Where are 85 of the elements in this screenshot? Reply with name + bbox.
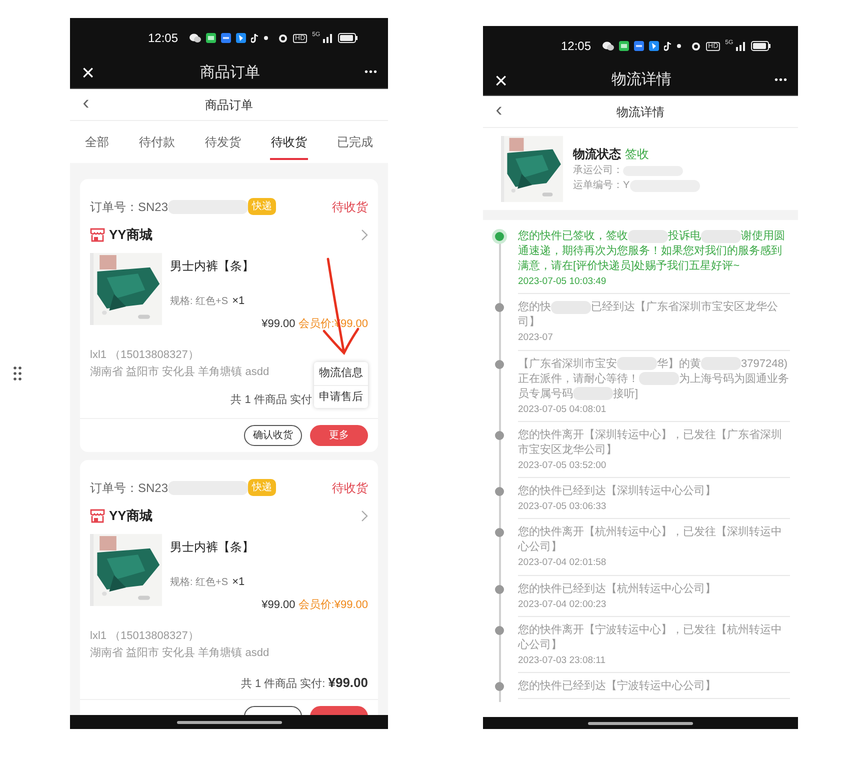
- app-icon: [221, 33, 232, 43]
- close-button[interactable]: ×: [80, 62, 96, 84]
- more-menu-button[interactable]: •••: [364, 68, 378, 78]
- product-name: 男士内裤【条】: [170, 539, 255, 556]
- event-time: 2023-07-05 10:03:49: [518, 275, 608, 289]
- shipping-address: 湖南省 益阳市 安化县 羊角塘镇 asdd: [90, 646, 270, 660]
- event-time: 2023-07: [518, 331, 554, 346]
- product-name: 男士内裤【条】: [170, 258, 255, 275]
- event-text: 您的快件离开【宁波转运中心】，已发往【杭州转运中心公司】: [518, 622, 783, 653]
- page-title: 物流详情: [616, 104, 664, 120]
- order-status: 待收货: [332, 480, 368, 496]
- window-title: 物流详情: [612, 70, 672, 90]
- status-time: 12:05: [561, 38, 592, 55]
- logistics-status-label: 物流状态: [573, 146, 621, 163]
- dot-icon: [677, 44, 682, 48]
- product-spec: 规格: 红色+S: [170, 576, 228, 590]
- confirm-receipt-button[interactable]: 确认收货: [244, 425, 302, 446]
- receiver-contact: lxl1 （15013808327）: [90, 629, 199, 644]
- tracking-number: 运单编号：Y: [573, 178, 630, 193]
- home-indicator[interactable]: [176, 720, 282, 724]
- battery-icon: [338, 33, 358, 43]
- event-text: 您的快件已签收，签收 投诉电 谢使用圆通速递，期待再次为您服务！如果您对我们的服务感到满意，请在[评价快递员]处赐予我们五星好评~: [518, 229, 786, 274]
- back-button[interactable]: ‹: [80, 93, 92, 113]
- carrier-label: 承运公司：: [573, 164, 623, 178]
- tab[interactable]: 已完成: [335, 121, 375, 163]
- menu-item[interactable]: 申请售后: [314, 385, 368, 408]
- event-time: 2023-07-04 02:01:58: [518, 556, 608, 570]
- close-button[interactable]: ×: [493, 70, 509, 92]
- shop-icon: [90, 228, 105, 242]
- dot-icon: [264, 36, 268, 40]
- home-indicator[interactable]: [588, 722, 693, 724]
- app-icon: [634, 41, 644, 51]
- shop-name: YY商城: [109, 507, 152, 526]
- quantity: ×1: [232, 294, 245, 309]
- page-title: 商品订单: [205, 96, 253, 114]
- event-time: 2023-07-03 23:08:11: [518, 654, 607, 668]
- more-menu-button[interactable]: •••: [774, 76, 788, 86]
- order-number: 订单号：SN23: [90, 198, 168, 216]
- tab[interactable]: 全部: [83, 121, 111, 163]
- event-text: 您的快件离开【杭州转运中心】，已发往【深圳转运中心公司】: [518, 525, 783, 556]
- tab[interactable]: 待收货: [269, 121, 309, 163]
- status-time: 12:05: [148, 30, 178, 47]
- music-note-icon: [251, 33, 260, 43]
- logistics-status: 签收: [625, 146, 649, 163]
- order-status: 待收货: [332, 198, 368, 216]
- signal-icon: [322, 33, 334, 43]
- receiver-contact: lxl1 （15013808327）: [90, 348, 199, 363]
- event-text: 您的快 已经到达【广东省深圳市宝安区龙华公司】: [518, 300, 779, 330]
- event-time: 2023-07-05 04:08:01: [518, 402, 608, 416]
- message-app-icon: [619, 41, 630, 51]
- tab[interactable]: 待付款: [137, 121, 177, 163]
- event-text: 您的快件已经到达【杭州转运中心公司】: [518, 582, 717, 596]
- music-note-icon: [664, 41, 672, 51]
- product-spec: 规格: 红色+S: [170, 294, 228, 309]
- order-number: 订单号：SN23: [90, 480, 168, 496]
- tab[interactable]: 待发货: [203, 121, 243, 163]
- chat-bubbles-icon: [602, 41, 614, 51]
- battery-icon: [751, 41, 772, 51]
- shop-name: YY商城: [109, 226, 152, 244]
- event-time: 2023-07-05 03:06:33: [518, 500, 608, 514]
- event-text: 【广东省深圳市宝安 华】的黄 3797248)正在派件，请耐心等待！ 为上海号码为圆通业务员专属号码 接听]: [518, 356, 790, 402]
- event-time: 2023-07-04 02:00:23: [518, 598, 608, 612]
- shop-icon: [90, 509, 105, 523]
- drag-handle-icon[interactable]: [13, 366, 22, 381]
- menu-item[interactable]: 物流信息: [314, 362, 368, 385]
- event-text: 您的快件已经到达【深圳转运中心公司】: [518, 484, 717, 499]
- more-button[interactable]: 更多: [310, 425, 368, 446]
- price: ¥99.00: [262, 316, 296, 332]
- event-text: 您的快件已经到达【宁波转运中心公司】: [518, 679, 717, 694]
- shipping-address: 湖南省 益阳市 安化县 羊角塘镇 asdd: [90, 364, 270, 380]
- back-button[interactable]: ‹: [493, 100, 505, 120]
- message-app-icon: [206, 33, 216, 43]
- window-title: 商品订单: [200, 62, 260, 83]
- event-text: 您的快件离开【深圳转运中心】，已发往【广东省深圳市宝安区龙华公司】: [518, 428, 783, 458]
- quantity: ×1: [232, 575, 245, 590]
- total-label: 共 1 件商品 实付:: [240, 676, 326, 692]
- total-amount: ¥99.00: [328, 674, 368, 692]
- express-badge: 快递: [248, 198, 276, 215]
- price: ¥99.00: [262, 598, 296, 612]
- member-price: 会员价:¥99.00: [298, 598, 368, 612]
- chat-bubbles-icon: [189, 33, 202, 43]
- total-label: 共 1 件商品 实付: [230, 392, 312, 408]
- event-time: 2023-07-05 03:52:00: [518, 458, 608, 473]
- express-badge: 快递: [248, 479, 276, 496]
- signal-icon: [735, 41, 746, 51]
